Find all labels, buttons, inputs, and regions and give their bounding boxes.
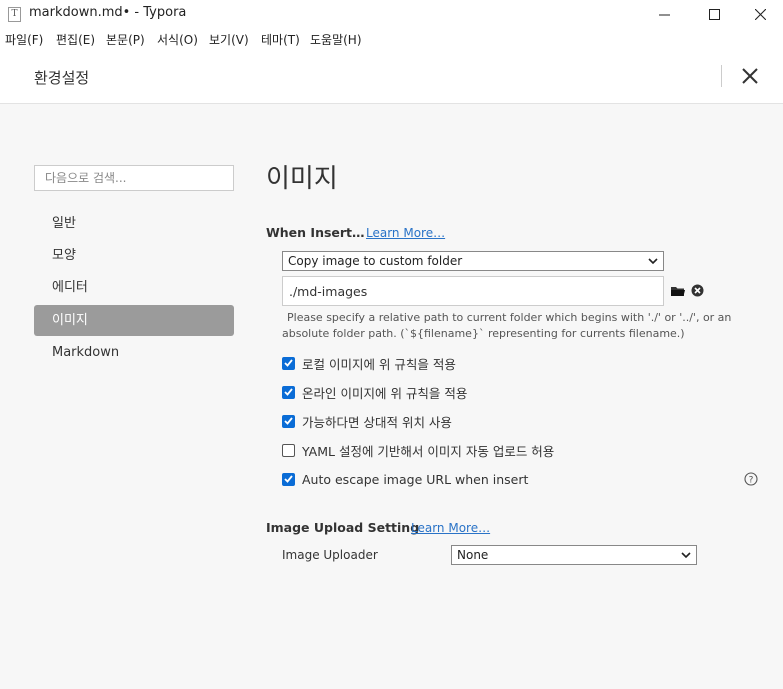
maximize-button[interactable]	[691, 0, 737, 28]
option-yaml-auto-upload[interactable]: YAML 설정에 기반해서 이미지 자동 업로드 허용	[282, 441, 554, 459]
option-label: 가능하다면 상대적 위치 사용	[302, 414, 452, 430]
insert-action-value: Copy image to custom folder	[288, 254, 463, 268]
menu-edit[interactable]: 편집(E)	[56, 31, 95, 48]
option-relative-path[interactable]: 가능하다면 상대적 위치 사용	[282, 412, 452, 430]
option-label: 로컬 이미지에 위 규칙을 적용	[302, 356, 456, 372]
path-hint-line-1: Please specify a relative path to curren…	[287, 311, 732, 324]
folder-icon	[671, 286, 685, 296]
minimize-icon	[658, 14, 670, 15]
close-icon	[754, 8, 766, 20]
chevron-down-icon	[681, 552, 691, 559]
when-insert-label: When Insert…	[266, 225, 365, 240]
close-icon	[742, 68, 758, 84]
title-bar: T markdown.md• - Typora	[0, 0, 783, 28]
menu-paragraph[interactable]: 본문(P)	[106, 31, 145, 48]
option-online-images[interactable]: 온라인 이미지에 위 규칙을 적용	[282, 383, 467, 401]
minimize-button[interactable]	[641, 0, 687, 28]
option-label: 온라인 이미지에 위 규칙을 적용	[302, 385, 468, 401]
path-hint-line-2: absolute folder path. (`${filename}` rep…	[282, 326, 685, 340]
sidebar-item-editor[interactable]: 에디터	[34, 272, 234, 303]
when-insert-learn-more-link[interactable]: Learn More…	[366, 226, 445, 240]
checkmark-icon	[284, 388, 293, 396]
menu-format[interactable]: 서식(O)	[157, 31, 198, 48]
upload-learn-more-link[interactable]: Learn More…	[411, 521, 490, 535]
insert-action-select[interactable]: Copy image to custom folder	[282, 251, 664, 271]
checkbox-checked[interactable]	[282, 414, 295, 428]
path-hint-text: Please specify a relative path to curren…	[282, 310, 732, 341]
menu-theme[interactable]: 테마(T)	[261, 31, 300, 48]
option-auto-escape-url[interactable]: Auto escape image URL when insert	[282, 470, 528, 488]
help-circle-icon[interactable]: ?	[744, 472, 758, 486]
checkbox-checked[interactable]	[282, 472, 295, 486]
checkmark-icon	[284, 417, 293, 425]
checkbox-unchecked[interactable]	[282, 443, 295, 457]
checkmark-icon	[284, 359, 293, 367]
svg-text:?: ?	[749, 475, 754, 485]
header-divider	[721, 65, 722, 87]
close-preferences-button[interactable]	[738, 64, 762, 88]
image-upload-setting-label: Image Upload Setting	[266, 520, 420, 535]
sidebar-item-general[interactable]: 일반	[34, 208, 234, 239]
sidebar-item-appearance[interactable]: 모양	[34, 240, 234, 271]
option-label: YAML 설정에 기반해서 이미지 자동 업로드 허용	[302, 443, 555, 459]
image-uploader-select[interactable]: None	[451, 545, 697, 565]
window-title: markdown.md• - Typora	[29, 5, 187, 20]
menu-help[interactable]: 도움말(H)	[310, 31, 362, 48]
menu-bar: 파일(F) 편집(E) 본문(P) 서식(O) 보기(V) 테마(T) 도움말(…	[0, 28, 783, 50]
preferences-header: 환경설정	[0, 50, 783, 104]
preferences-title: 환경설정	[34, 69, 90, 87]
sidebar-item-markdown[interactable]: Markdown	[34, 337, 234, 368]
checkbox-checked[interactable]	[282, 385, 295, 399]
maximize-icon	[708, 8, 720, 20]
menu-view[interactable]: 보기(V)	[209, 31, 249, 48]
option-label: Auto escape image URL when insert	[302, 471, 529, 487]
choose-folder-button[interactable]	[670, 283, 686, 299]
page-title: 이미지	[266, 164, 338, 194]
checkbox-checked[interactable]	[282, 356, 295, 370]
clear-path-button[interactable]	[689, 282, 705, 298]
image-uploader-value: None	[457, 548, 489, 562]
chevron-down-icon	[648, 258, 658, 265]
typora-app-icon: T	[8, 7, 21, 22]
image-folder-path-input[interactable]	[282, 276, 664, 306]
checkmark-icon	[284, 475, 293, 483]
sidebar-item-image[interactable]: 이미지	[34, 305, 234, 336]
option-local-images[interactable]: 로컬 이미지에 위 규칙을 적용	[282, 354, 456, 372]
image-uploader-label: Image Uploader	[282, 548, 378, 562]
close-window-button[interactable]	[737, 0, 783, 28]
preferences-search-input[interactable]	[34, 165, 234, 191]
menu-file[interactable]: 파일(F)	[5, 31, 43, 48]
clear-circle-icon	[691, 284, 703, 296]
